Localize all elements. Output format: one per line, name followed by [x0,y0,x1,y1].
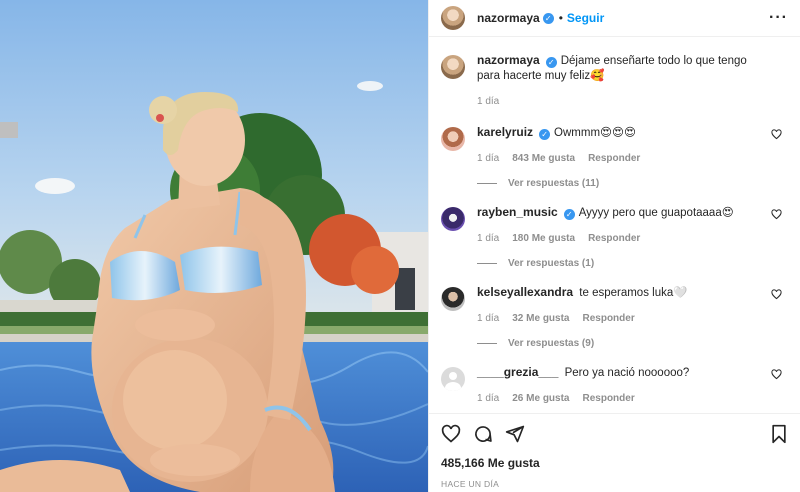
comment-text: Pero ya nació noooooo? [564,367,690,379]
comment-text: Ayyyy pero que guapotaaaa😍 [578,207,734,219]
comment-item: karelyruiz ✓ Owmmm😍😍😍 1 día 843 Me gusta R… [441,125,788,189]
reply-button[interactable]: Responder [588,233,640,244]
comment-likes[interactable]: 180 Me gusta [512,233,575,244]
commenter-avatar[interactable] [441,127,465,151]
comment-time[interactable]: 1 día [477,313,499,324]
replies-divider [477,343,497,344]
commenter-username[interactable]: ____grezia___ [477,365,558,379]
comment-item: rayben_music ✓ Ayyyy pero que guapotaaaa😍 … [441,205,788,269]
comment-meta: 1 día 843 Me gusta Responder [477,153,764,164]
author-username[interactable]: nazormaya [477,11,540,25]
comment-like-heart-icon[interactable] [771,369,782,380]
comment-like-heart-icon[interactable] [771,289,782,300]
commenter-avatar[interactable] [441,207,465,231]
default-avatar-icon[interactable] [441,367,465,391]
post-actions: 485,166 Me gusta HACE UN DÍA [429,413,800,492]
author-avatar[interactable] [441,6,465,30]
comments-list[interactable]: nazormaya ✓ Déjame enseñarte todo lo que t… [429,37,800,413]
view-replies-button[interactable]: Ver respuestas (1) [477,258,764,269]
caption-time[interactable]: 1 día [477,96,499,107]
verified-badge-icon: ✓ [542,12,554,24]
post-time-ago[interactable]: HACE UN DÍA [441,479,788,489]
photo-woman-by-pool [0,0,428,492]
replies-divider [477,183,497,184]
comment-like-heart-icon[interactable] [771,209,782,220]
comment-meta: 1 día 26 Me gusta Responder [477,393,764,404]
caption-avatar[interactable] [441,55,465,79]
heart-icon[interactable] [441,424,461,444]
comment-time[interactable]: 1 día [477,233,499,244]
comment-likes[interactable]: 32 Me gusta [512,313,569,324]
comment-text: Owmmm😍😍😍 [554,127,637,139]
view-replies-label: Ver respuestas (1) [508,258,595,269]
more-options-icon[interactable]: ··· [769,9,788,27]
post-photo[interactable] [0,0,428,492]
caption-username[interactable]: nazormaya [477,53,540,67]
view-replies-button[interactable]: Ver respuestas (11) [477,178,764,189]
action-icons [441,422,788,446]
verified-badge-icon: ✓ [545,57,557,68]
comment-item: ____grezia___ Pero ya nació noooooo? 1 d… [441,365,788,404]
post-side-panel: nazormaya ✓ • Seguir ··· nazormaya ✓ Déjam… [428,0,800,492]
reply-button[interactable]: Responder [588,153,640,164]
view-replies-label: Ver respuestas (11) [508,178,600,189]
reply-button[interactable]: Responder [583,313,635,324]
comment-likes[interactable]: 843 Me gusta [512,153,575,164]
verified-badge-icon: ✓ [539,129,551,140]
comment-icon[interactable] [473,424,493,444]
share-icon[interactable] [505,424,525,444]
bookmark-icon[interactable] [770,424,788,444]
post-likes-count[interactable]: 485,166 Me gusta [441,456,788,470]
commenter-username[interactable]: karelyruiz [477,125,533,139]
follow-button[interactable]: Seguir [567,11,604,25]
caption-meta: 1 día [477,96,764,107]
commenter-avatar[interactable] [441,287,465,311]
caption: nazormaya ✓ Déjame enseñarte todo lo que t… [441,53,788,107]
view-replies-label: Ver respuestas (9) [508,338,595,349]
caption-text-block: nazormaya ✓ Déjame enseñarte todo lo que t… [477,53,764,84]
instagram-post: nazormaya ✓ • Seguir ··· nazormaya ✓ Déjam… [0,0,800,492]
verified-badge-icon: ✓ [563,209,575,220]
comment-time[interactable]: 1 día [477,393,499,404]
comment-item: kelseyallexandra te esperamos luka🤍 1 dí… [441,285,788,349]
post-header: nazormaya ✓ • Seguir ··· [429,0,800,37]
header-separator: • [558,11,563,25]
comment-meta: 1 día 32 Me gusta Responder [477,313,764,324]
comment-text-block: karelyruiz ✓ Owmmm😍😍😍 [477,125,764,141]
comment-meta: 1 día 180 Me gusta Responder [477,233,764,244]
reply-button[interactable]: Responder [583,393,635,404]
comment-time[interactable]: 1 día [477,153,499,164]
comment-like-heart-icon[interactable] [771,129,782,140]
comment-text-block: rayben_music ✓ Ayyyy pero que guapotaaaa😍 [477,205,764,221]
view-replies-button[interactable]: Ver respuestas (9) [477,338,764,349]
comment-text-block: kelseyallexandra te esperamos luka🤍 [477,285,764,301]
comment-text-block: ____grezia___ Pero ya nació noooooo? [477,365,764,381]
replies-divider [477,263,497,264]
comment-likes[interactable]: 26 Me gusta [512,393,569,404]
commenter-username[interactable]: kelseyallexandra [477,285,573,299]
commenter-username[interactable]: rayben_music [477,205,558,219]
comment-text: te esperamos luka🤍 [579,287,688,299]
